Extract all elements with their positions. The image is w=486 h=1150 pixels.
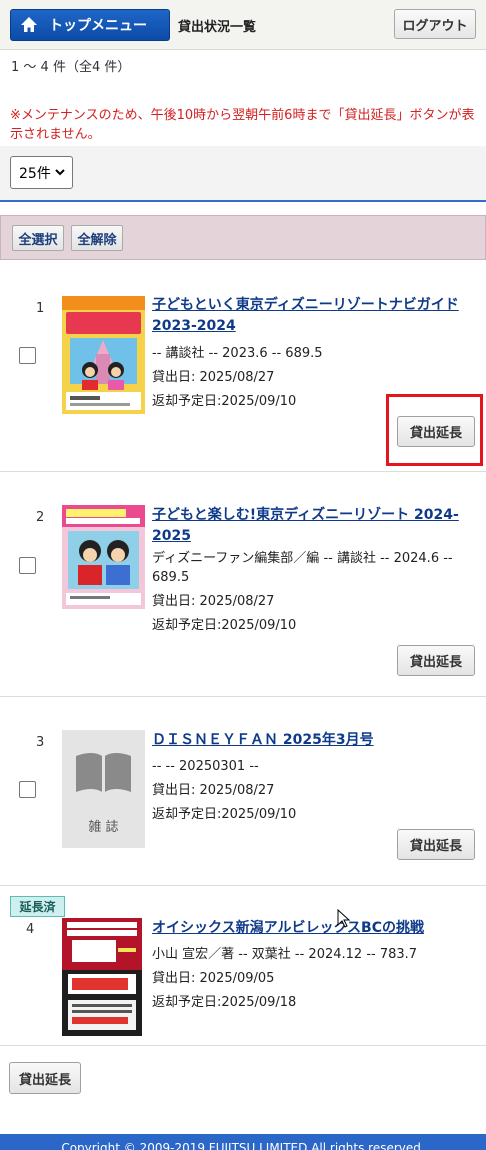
logout-button[interactable]: ログアウト [394,9,476,39]
item-meta: -- -- 20250301 -- 貸出日: 2025/08/27 返却予定日:… [152,755,477,827]
loan-item-3: 3 雑 誌 ＤＩＳＮＥＹＦＡＮ 2025年3月号 -- -- 20250301 … [0,697,486,886]
publisher-line: ディズニーファン編集部／編 -- 講談社 -- 2024.6 -- 689.5 [152,551,453,585]
per-page-select[interactable]: 25件 [10,156,73,189]
item-number: 3 [36,735,45,750]
item-checkbox[interactable] [19,347,36,364]
deselect-all-button[interactable]: 全解除 [71,225,123,251]
bulk-extend-loan-button[interactable]: 貸出延長 [9,1062,81,1094]
book-cover-image [62,296,145,414]
top-menu-label: トップメニュー [49,18,147,34]
bulk-action-bar: 全選択 全解除 [0,215,486,260]
chevron-down-icon [55,169,65,176]
home-icon [21,17,37,32]
book-cover-image [62,918,142,1036]
due-date: 返却予定日:2025/09/18 [152,995,297,1010]
book-title-link[interactable]: ＤＩＳＮＥＹＦＡＮ 2025年3月号 [152,730,477,751]
publisher-line: 小山 宣宏／著 -- 双葉社 -- 2024.12 -- 783.7 [152,947,418,962]
loan-date: 貸出日: 2025/08/27 [152,594,275,609]
footer: Copyright © 2009-2019 FUJITSU LIMITED Al… [0,1134,486,1150]
mouse-cursor-icon [337,909,351,928]
book-cover [62,296,145,414]
open-book-icon [76,753,131,792]
loan-date: 貸出日: 2025/08/27 [152,370,275,385]
maintenance-notice: ※メンテナンスのため、午後10時から翌朝午前6時まで「貸出延長」ボタンが表示され… [10,108,475,142]
result-count: 1 ～ 4 件（全4 件） [11,60,131,75]
due-date: 返却予定日:2025/09/10 [152,618,297,633]
highlight-box [386,394,483,466]
header: トップメニュー 貸出状況一覧 ログアウト [0,0,486,50]
loan-date: 貸出日: 2025/09/05 [152,971,275,986]
loan-item-2: 2 子どもと楽しむ!東京ディズニーリゾート 2024-2025 ディズニーファン… [0,472,486,697]
extend-loan-button[interactable]: 貸出延長 [397,645,475,676]
book-cover-image [62,505,145,609]
extend-loan-button[interactable]: 貸出延長 [397,829,475,860]
book-title-link[interactable]: オイシックス新潟アルビレックスBCの挑戦 [152,918,477,939]
select-all-button[interactable]: 全選択 [12,225,64,251]
book-cover [62,918,142,1036]
publisher-line: -- -- 20250301 -- [152,759,259,774]
item-number: 2 [36,510,45,525]
per-page-value: 25件 [19,165,51,182]
item-checkbox[interactable] [19,557,36,574]
magazine-placeholder: 雑 誌 [62,730,145,848]
item-number: 1 [36,301,45,316]
magazine-label: 雑 誌 [88,820,119,835]
loan-item-4: 4 オイシックス新潟アルビレックスBCの挑戦 小山 宣宏／著 -- 双葉社 --… [0,886,486,1046]
loan-date: 貸出日: 2025/08/27 [152,783,275,798]
publisher-line: -- 講談社 -- 2023.6 -- 689.5 [152,346,323,361]
item-meta: ディズニーファン編集部／編 -- 講談社 -- 2024.6 -- 689.5 … [152,549,477,638]
due-date: 返却予定日:2025/09/10 [152,807,297,822]
page-title: 貸出状況一覧 [178,20,257,35]
top-menu-button[interactable]: トップメニュー [10,9,170,41]
per-page-bar: 25件 [0,146,486,202]
item-checkbox[interactable] [19,781,36,798]
item-number: 4 [26,922,35,937]
book-title-link[interactable]: 子どもと楽しむ!東京ディズニーリゾート 2024-2025 [152,505,477,547]
item-meta: 小山 宣宏／著 -- 双葉社 -- 2024.12 -- 783.7 貸出日: … [152,943,477,1015]
book-cover [62,505,145,609]
copyright-text: Copyright © 2009-2019 FUJITSU LIMITED Al… [61,1141,425,1150]
book-title-link[interactable]: 子どもといく東京ディズニーリゾートナビガイド 2023-2024 [152,295,477,337]
